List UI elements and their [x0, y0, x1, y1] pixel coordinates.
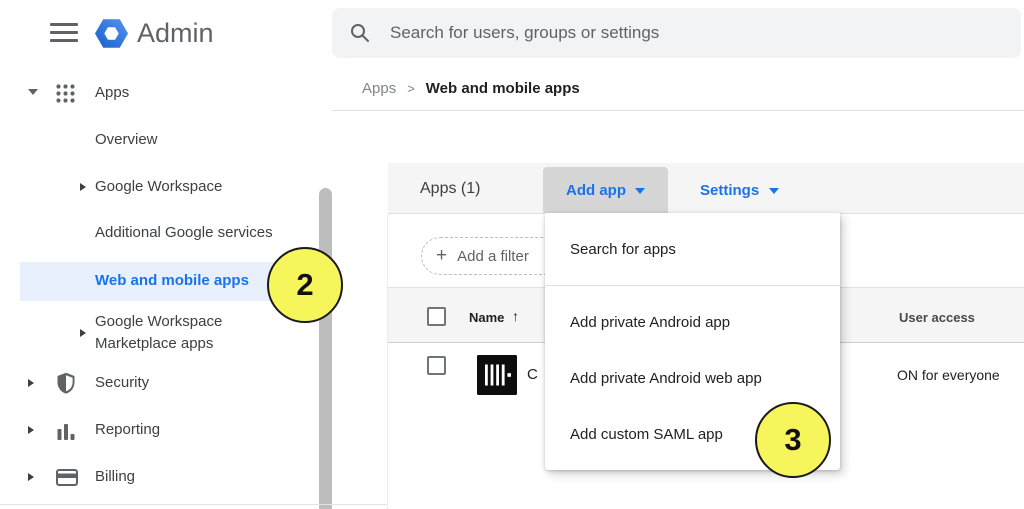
chevron-right-icon[interactable] — [80, 329, 86, 337]
search-input[interactable] — [390, 23, 950, 43]
global-search-bar[interactable] — [332, 8, 1021, 58]
brand-title: Admin — [137, 18, 214, 49]
sidebar-item-security[interactable]: Security — [95, 374, 149, 391]
row-checkbox[interactable] — [427, 356, 446, 375]
chevron-down-icon — [635, 188, 645, 194]
header-divider — [332, 110, 1024, 111]
breadcrumb-current-page: Web and mobile apps — [426, 80, 580, 97]
select-all-checkbox[interactable] — [427, 307, 446, 326]
plus-icon: + — [436, 245, 447, 267]
menu-item-search-for-apps[interactable]: Search for apps — [570, 241, 676, 258]
sidebar-item-additional-google-services[interactable]: Additional Google services — [95, 224, 273, 241]
step-3-callout-badge: 3 — [755, 402, 831, 478]
apps-collapse-caret-icon[interactable] — [28, 89, 38, 95]
chevron-down-icon — [769, 188, 779, 194]
menu-divider — [545, 285, 840, 286]
breadcrumb-separator: > — [407, 81, 415, 96]
menu-item-add-private-android-app[interactable]: Add private Android app — [570, 314, 730, 331]
user-access-value: ON for everyone — [897, 367, 1000, 383]
bar-chart-icon — [56, 421, 76, 441]
shield-icon — [56, 372, 76, 394]
add-filter-label: Add a filter — [457, 248, 529, 265]
chevron-right-icon[interactable] — [28, 473, 34, 481]
sidebar-item-web-and-mobile-apps[interactable]: Web and mobile apps — [95, 272, 249, 289]
settings-button-label: Settings — [700, 182, 759, 199]
chevron-right-icon[interactable] — [28, 379, 34, 387]
sidebar-item-google-workspace[interactable]: Google Workspace — [95, 178, 222, 195]
sidebar-item-reporting[interactable]: Reporting — [95, 421, 160, 438]
breadcrumb: Apps > Web and mobile apps — [362, 80, 580, 97]
sidebar-bottom-divider — [0, 504, 388, 505]
chevron-right-icon[interactable] — [28, 426, 34, 434]
column-header-name[interactable]: Name — [469, 310, 504, 325]
sidebar-item-apps[interactable]: Apps — [95, 84, 129, 101]
sidebar-item-marketplace-apps[interactable]: Google Workspace Marketplace apps — [95, 311, 245, 355]
sidebar-item-overview[interactable]: Overview — [95, 131, 158, 148]
add-app-button[interactable]: Add app — [543, 167, 668, 214]
hamburger-menu-icon[interactable] — [50, 23, 78, 43]
sidebar-item-billing[interactable]: Billing — [95, 468, 135, 485]
google-admin-logo-icon[interactable] — [94, 16, 129, 51]
apps-count-label: Apps (1) — [420, 180, 480, 198]
chevron-right-icon[interactable] — [80, 183, 86, 191]
menu-item-add-custom-saml-app[interactable]: Add custom SAML app — [570, 426, 723, 443]
settings-button[interactable]: Settings — [700, 182, 779, 199]
column-header-user-access[interactable]: User access — [899, 310, 975, 325]
app-name-link[interactable]: C — [527, 366, 544, 383]
sidebar-scrollbar[interactable] — [319, 188, 332, 509]
credit-card-icon — [56, 469, 78, 486]
app-logo-icon — [477, 355, 517, 395]
step-2-callout-badge: 2 — [267, 247, 343, 323]
sort-ascending-icon: ↑ — [512, 308, 519, 324]
menu-item-add-private-android-web-app[interactable]: Add private Android web app — [570, 370, 762, 387]
apps-grid-icon — [55, 83, 76, 104]
breadcrumb-apps-link[interactable]: Apps — [362, 80, 396, 97]
admin-console-window: Admin Apps > Web and mobile apps Apps Ov… — [0, 0, 1024, 509]
content-left-edge — [387, 214, 388, 509]
add-app-button-label: Add app — [566, 182, 626, 199]
search-icon — [350, 23, 370, 43]
